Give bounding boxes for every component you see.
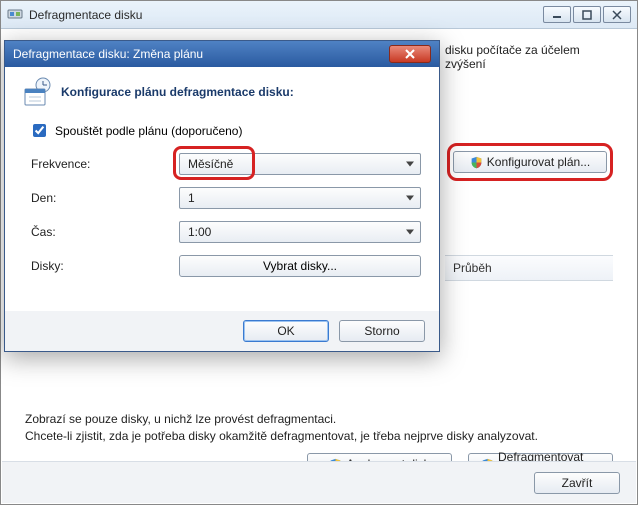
close-main-button[interactable]: Zavřít <box>534 472 620 494</box>
defrag-icon <box>7 5 23 24</box>
cancel-label: Storno <box>364 324 399 338</box>
frequency-select[interactable]: Měsíčně <box>179 153 421 175</box>
minimize-button[interactable] <box>543 6 571 23</box>
time-value: 1:00 <box>188 225 211 239</box>
main-title: Defragmentace disku <box>29 8 142 22</box>
label-frequency: Frekvence: <box>31 157 179 171</box>
close-button[interactable] <box>603 6 631 23</box>
configure-plan-button[interactable]: Konfigurovat plán... <box>453 151 607 173</box>
row-frequency: Frekvence: Měsíčně <box>31 153 421 175</box>
highlight-config-plan: Konfigurovat plán... <box>447 143 613 181</box>
shield-icon <box>470 156 483 169</box>
dialog-body: Konfigurace plánu defragmentace disku: S… <box>5 67 439 351</box>
configure-plan-label: Konfigurovat plán... <box>487 155 590 169</box>
close-main-label: Zavřít <box>562 476 593 490</box>
description-text: disku počítače za účelem zvýšení <box>445 43 623 71</box>
run-on-schedule-label: Spouštět podle plánu (doporučeno) <box>55 124 242 138</box>
dialog-heading: Konfigurace plánu defragmentace disku: <box>61 85 294 99</box>
dialog-close-button[interactable] <box>389 45 431 63</box>
cancel-button[interactable]: Storno <box>339 320 425 342</box>
main-titlebar[interactable]: Defragmentace disku <box>1 1 637 29</box>
schedule-checkbox-row: Spouštět podle plánu (doporučeno) <box>29 121 242 140</box>
maximize-button[interactable] <box>573 6 601 23</box>
table-header: Průběh <box>445 255 613 281</box>
ok-button[interactable]: OK <box>243 320 329 342</box>
frequency-value: Měsíčně <box>188 157 233 171</box>
window-buttons <box>543 6 631 23</box>
schedule-dialog: Defragmentace disku: Změna plánu Konfigu… <box>4 40 440 352</box>
select-disks-button[interactable]: Vybrat disky... <box>179 255 421 277</box>
day-select[interactable]: 1 <box>179 187 421 209</box>
bottom-note: Zobrazí se pouze disky, u nichž lze prov… <box>25 411 613 445</box>
footer-bar: Zavřít <box>2 461 636 503</box>
select-disks-label: Vybrat disky... <box>263 259 337 273</box>
day-value: 1 <box>188 191 195 205</box>
chevron-down-icon <box>406 162 414 167</box>
dialog-titlebar[interactable]: Defragmentace disku: Změna plánu <box>5 41 439 67</box>
schedule-icon <box>23 77 53 110</box>
time-select[interactable]: 1:00 <box>179 221 421 243</box>
note-line-1: Zobrazí se pouze disky, u nichž lze prov… <box>25 411 613 428</box>
label-time: Čas: <box>31 225 179 239</box>
run-on-schedule-checkbox[interactable] <box>33 124 46 137</box>
label-day: Den: <box>31 191 179 205</box>
ok-label: OK <box>277 324 294 338</box>
label-disks: Disky: <box>31 259 179 273</box>
chevron-down-icon <box>406 230 414 235</box>
row-disks: Disky: Vybrat disky... <box>31 255 421 277</box>
row-day: Den: 1 <box>31 187 421 209</box>
col-progress: Průběh <box>453 261 492 275</box>
dialog-footer: OK Storno <box>5 311 439 351</box>
dialog-title: Defragmentace disku: Změna plánu <box>13 47 203 61</box>
note-line-2: Chcete-li zjistit, zda je potřeba disky … <box>25 428 613 445</box>
chevron-down-icon <box>406 196 414 201</box>
row-time: Čas: 1:00 <box>31 221 421 243</box>
